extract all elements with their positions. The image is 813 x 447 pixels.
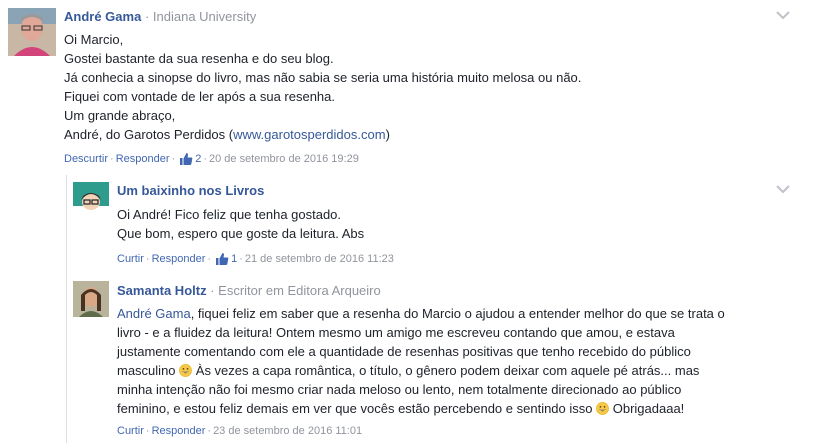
comment-line: Oi André! Fico feliz que tenha gostado. [117, 207, 342, 222]
like-button[interactable]: Curtir [117, 425, 144, 437]
comment-body: André Gama, fiquei feliz em saber que a … [117, 304, 807, 418]
separator: · [144, 9, 150, 24]
comment-line: André Gama, fiquei feliz em saber que a … [117, 304, 807, 323]
comment-line: Que bom, espero que goste da leitura. Ab… [117, 226, 365, 241]
comment-line: minha intenção não foi mesmo criar nada … [117, 382, 682, 397]
comment-line: Um grande abraço, [64, 108, 176, 123]
reply-button[interactable]: Responder [116, 153, 170, 165]
avatar[interactable] [73, 182, 109, 218]
comment-actions: Descurtir · Responder · 2 · 20 de setemb… [64, 152, 359, 166]
separator: · [210, 283, 215, 298]
like-button[interactable]: Curtir [117, 253, 144, 265]
comment-line: feminino, e estou feliz demais em ver qu… [117, 399, 807, 418]
author-name[interactable]: André Gama [64, 9, 141, 24]
comment-text: feminino, e estou feliz demais em ver qu… [117, 401, 593, 416]
avatar[interactable] [8, 8, 56, 56]
comment-body: Oi Marcio, Gostei bastante da sua resenh… [64, 30, 784, 144]
timestamp[interactable]: 21 de setembro de 2016 11:23 [245, 253, 394, 265]
author-affiliation: Indiana University [152, 9, 257, 24]
comment-line: Oi Marcio, [64, 32, 124, 47]
like-count[interactable]: 2 [195, 153, 201, 165]
comment-line: masculino Às vezes a capa romântica, o t… [117, 361, 807, 380]
comment-text: André, do Garotos Perdidos ( [64, 127, 234, 142]
separator: · [145, 425, 150, 437]
comment-text: ) [385, 127, 390, 142]
comment-line: Já conhecia a sinopse do livro, mas não … [64, 70, 582, 85]
chevron-down-icon[interactable] [776, 10, 790, 20]
timestamp[interactable]: 20 de setembro de 2016 19:29 [209, 153, 359, 165]
separator: · [110, 153, 114, 165]
reply-thread-line [66, 175, 67, 443]
blog-link[interactable]: www.garotosperdidos.com [233, 127, 385, 142]
comment-actions: Curtir · Responder · 23 de setembro de 2… [117, 425, 362, 437]
author-affiliation: Escritor em Editora Arqueiro [218, 283, 381, 298]
comment-line: justamente comentando com ele a quantida… [117, 344, 691, 359]
separator: · [207, 425, 212, 437]
avatar[interactable] [73, 281, 109, 317]
grinning-face-icon [179, 364, 192, 377]
like-count[interactable]: 1 [231, 253, 237, 265]
comment-text: Às vezes a capa romântica, o título, o g… [192, 363, 700, 378]
chevron-down-icon[interactable] [776, 184, 790, 194]
separator: · [207, 253, 212, 265]
separator: · [203, 153, 207, 165]
comment-text: , fiquei feliz em saber que a resenha do… [190, 306, 725, 321]
thumbs-up-icon[interactable] [179, 152, 193, 166]
separator: · [239, 253, 243, 265]
unlike-button[interactable]: Descurtir [64, 153, 108, 165]
thumbs-up-icon[interactable] [215, 252, 229, 266]
comment-body: Oi André! Fico feliz que tenha gostado. … [117, 205, 777, 243]
mention-link[interactable]: André Gama [117, 306, 191, 321]
comment-line: livro - e a fluidez da leitura! Ontem me… [117, 325, 675, 340]
separator: · [145, 253, 150, 265]
separator: · [171, 153, 176, 165]
comment-header: Samanta Holtz · Escritor em Editora Arqu… [117, 283, 381, 298]
author-name[interactable]: Um baixinho nos Livros [117, 183, 264, 198]
timestamp[interactable]: 23 de setembro de 2016 11:01 [213, 425, 362, 437]
comment-line: André, do Garotos Perdidos (www.garotosp… [64, 125, 784, 144]
comment-text: Obrigadaaa! [609, 401, 685, 416]
comment-line: Gostei bastante da sua resenha e do seu … [64, 51, 334, 66]
comment-header: André Gama · Indiana University [64, 9, 256, 24]
comment-text: masculino [117, 363, 176, 378]
author-name[interactable]: Samanta Holtz [117, 283, 207, 298]
reply-button[interactable]: Responder [152, 425, 206, 437]
comment-line: Fiquei com vontade de ler após a sua res… [64, 89, 336, 104]
grinning-face-icon [596, 402, 609, 415]
reply-button[interactable]: Responder [152, 253, 206, 265]
comment-actions: Curtir · Responder · 1 · 21 de setembro … [117, 252, 394, 266]
comment-header: Um baixinho nos Livros [117, 183, 264, 198]
